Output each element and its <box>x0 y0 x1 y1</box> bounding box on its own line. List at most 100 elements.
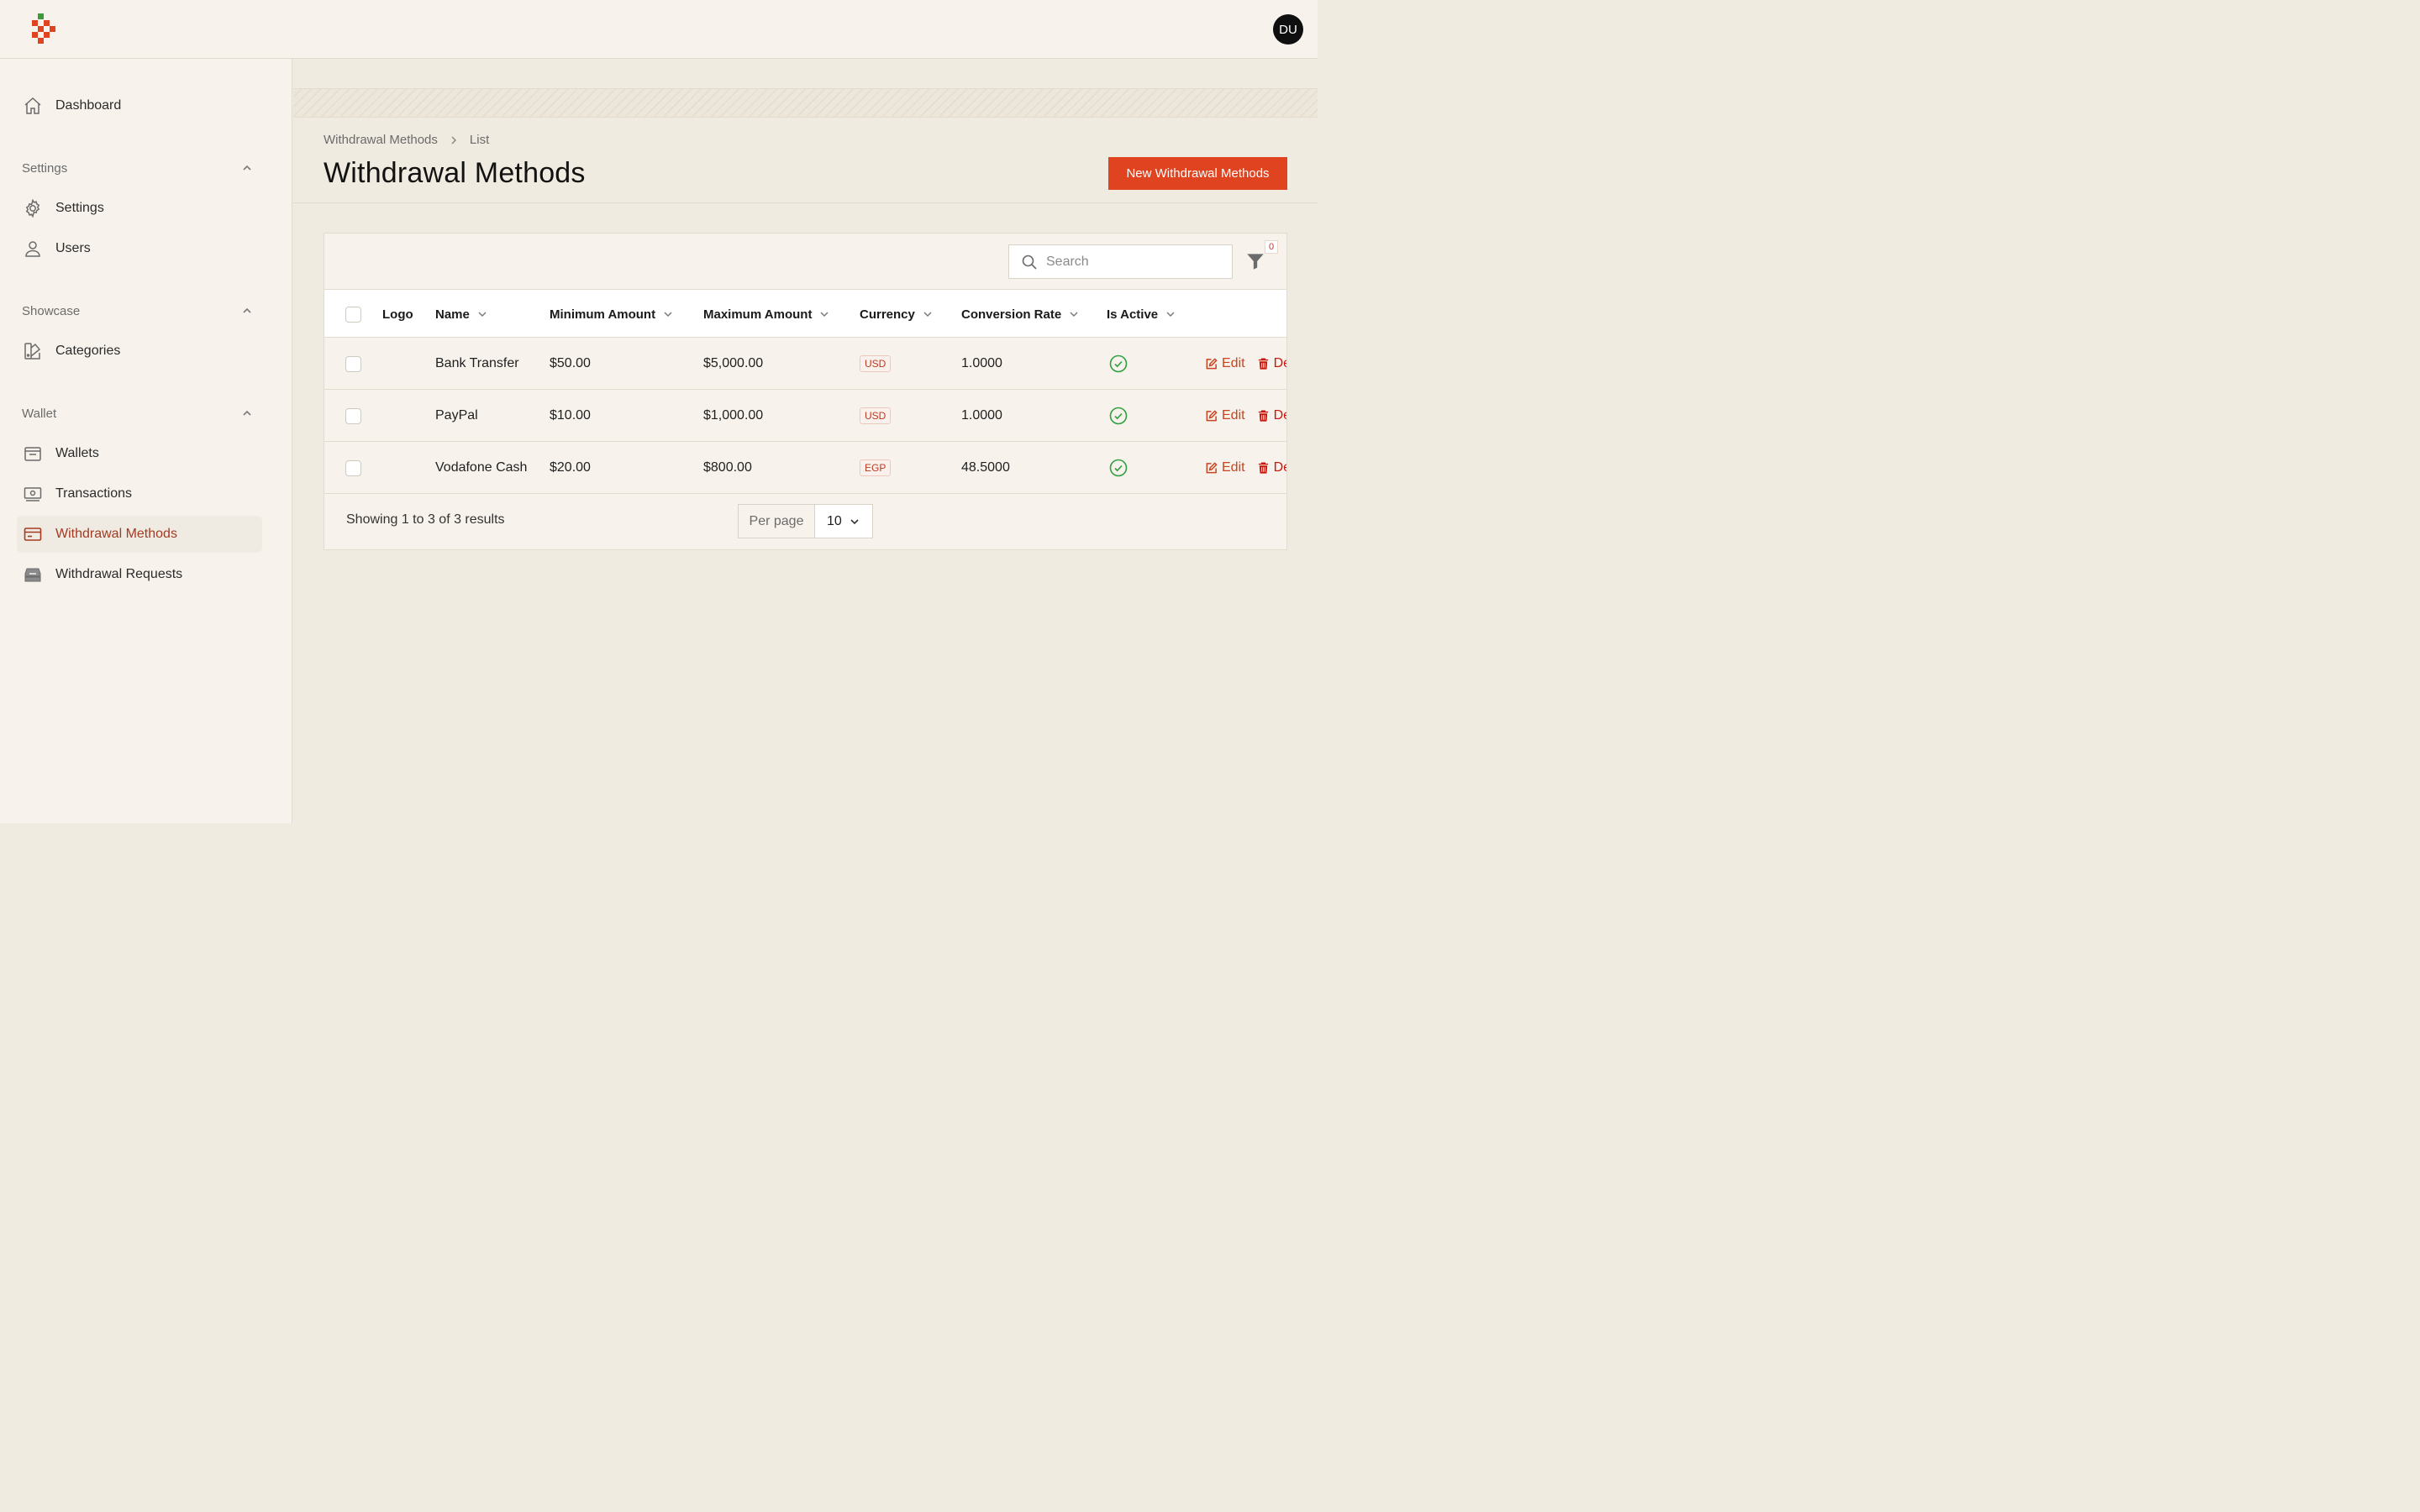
chevron-down-icon <box>478 312 487 318</box>
swatch-icon <box>23 341 43 361</box>
sidebar-item-users[interactable]: Users <box>17 230 262 267</box>
sidebar-item-label: Transactions <box>55 486 132 501</box>
trash-icon <box>1258 358 1268 370</box>
chevron-down-icon <box>850 518 859 524</box>
edit-button[interactable]: Edit <box>1205 460 1245 475</box>
sidebar-item-label: Categories <box>55 344 121 358</box>
filter-icon[interactable] <box>1244 250 1266 272</box>
sidebar-item-settings[interactable]: Settings <box>17 190 262 227</box>
user-avatar[interactable]: DU <box>1273 14 1303 45</box>
trash-icon <box>1258 462 1268 474</box>
main-content: Withdrawal Methods List Withdrawal Metho… <box>293 59 1318 823</box>
currency-badge: USD <box>860 355 892 372</box>
check-circle-icon <box>1109 354 1128 373</box>
brand-logo[interactable] <box>31 13 58 47</box>
wallet-icon <box>23 444 43 464</box>
edit-button[interactable]: Edit <box>1205 408 1245 423</box>
cell-currency: USD <box>860 390 892 442</box>
edit-icon <box>1206 461 1218 473</box>
cell-name: PayPal <box>435 408 478 423</box>
cell-is-active <box>1108 390 1128 442</box>
chevron-down-icon <box>820 312 829 318</box>
cell-conversion-rate: 1.0000 <box>961 356 1002 370</box>
breadcrumb-current: List <box>469 133 490 147</box>
cell-currency: EGP <box>860 442 892 494</box>
row-checkbox[interactable] <box>345 460 361 476</box>
sidebar-item-label: Settings <box>55 201 104 215</box>
sidebar-item-label: Users <box>55 241 91 255</box>
edit-button[interactable]: Edit <box>1205 356 1245 371</box>
column-header-minimum-amount[interactable]: Minimum Amount <box>550 290 674 339</box>
sidebar-item-label: Dashboard <box>55 98 122 113</box>
column-header-is-active[interactable]: Is Active <box>1107 290 1176 339</box>
top-bar: DU <box>0 0 1318 59</box>
table-footer: Showing 1 to 3 of 3 results Per page 10 <box>324 494 1286 549</box>
table-header: Logo Name Minimum Amount Maximum Amount … <box>324 289 1286 339</box>
search-icon <box>1022 255 1037 270</box>
cell-conversion-rate: 1.0000 <box>961 408 1002 423</box>
search-box[interactable] <box>1008 244 1233 279</box>
table-row[interactable]: Bank Transfer $50.00 $5,000.00 USD 1.000… <box>324 338 1286 390</box>
cell-currency: USD <box>860 338 892 390</box>
sidebar-item-transactions[interactable]: Transactions <box>17 475 262 512</box>
per-page-value[interactable]: 10 <box>815 514 872 529</box>
page-title: Withdrawal Methods <box>324 157 586 189</box>
cell-actions: Edit De <box>1205 390 1286 442</box>
sidebar-group-wallet[interactable]: Wallet <box>22 403 262 423</box>
chevron-down-icon <box>1166 312 1175 318</box>
chevron-down-icon <box>923 312 932 318</box>
cell-max-amount: $800.00 <box>703 460 752 475</box>
sidebar-item-withdrawal-methods[interactable]: Withdrawal Methods <box>17 516 262 553</box>
sidebar-item-categories[interactable]: Categories <box>17 333 262 370</box>
column-header-name[interactable]: Name <box>435 290 488 339</box>
cell-actions: Edit De <box>1205 338 1286 390</box>
home-icon <box>23 96 43 116</box>
cell-name: Vodafone Cash <box>435 460 528 475</box>
filter-count-badge: 0 <box>1265 240 1278 254</box>
cell-max-amount: $5,000.00 <box>703 356 764 370</box>
row-checkbox[interactable] <box>345 356 361 372</box>
sidebar-item-dashboard[interactable]: Dashboard <box>17 87 262 124</box>
chevron-down-icon <box>1070 312 1078 318</box>
cell-min-amount: $50.00 <box>550 356 591 370</box>
sidebar-item-label: Withdrawal Methods <box>55 527 177 541</box>
column-header-currency[interactable]: Currency <box>860 290 934 339</box>
delete-button[interactable]: De <box>1257 408 1286 423</box>
sidebar: Dashboard Settings Settings Users Showca… <box>0 59 292 823</box>
chevron-up-icon <box>243 165 251 171</box>
results-summary: Showing 1 to 3 of 3 results <box>346 512 505 527</box>
sidebar-item-label: Withdrawal Requests <box>55 567 183 581</box>
chevron-up-icon <box>243 410 251 416</box>
new-withdrawal-method-button[interactable]: New Withdrawal Methods <box>1108 157 1287 190</box>
group-title: Showcase <box>22 303 81 318</box>
row-checkbox[interactable] <box>345 408 361 424</box>
chevron-up-icon <box>243 307 251 313</box>
gear-icon <box>23 198 43 218</box>
delete-button[interactable]: De <box>1257 460 1286 475</box>
search-input[interactable] <box>1046 254 1214 270</box>
currency-badge: EGP <box>860 459 892 476</box>
breadcrumb-parent[interactable]: Withdrawal Methods <box>324 133 438 147</box>
sidebar-group-settings[interactable]: Settings <box>22 158 262 178</box>
chevron-down-icon <box>664 312 672 318</box>
table-row[interactable]: PayPal $10.00 $1,000.00 USD 1.0000 Edit … <box>324 390 1286 442</box>
sidebar-item-wallets[interactable]: Wallets <box>17 435 262 472</box>
group-title: Wallet <box>22 406 57 421</box>
edit-icon <box>1206 409 1218 421</box>
cell-name: Bank Transfer <box>435 356 519 370</box>
trash-icon <box>1258 410 1268 422</box>
column-header-maximum-amount[interactable]: Maximum Amount <box>703 290 830 339</box>
check-circle-icon <box>1109 407 1128 425</box>
per-page-label: Per page <box>739 505 815 538</box>
cell-min-amount: $10.00 <box>550 408 591 423</box>
per-page-select[interactable]: Per page 10 <box>738 504 873 538</box>
table-row[interactable]: Vodafone Cash $20.00 $800.00 EGP 48.5000… <box>324 442 1286 494</box>
column-header-conversion-rate[interactable]: Conversion Rate <box>961 290 1080 339</box>
sidebar-item-withdrawal-requests[interactable]: Withdrawal Requests <box>17 556 262 593</box>
sidebar-group-showcase[interactable]: Showcase <box>22 301 262 321</box>
striped-banner <box>293 88 1318 118</box>
cell-is-active <box>1108 338 1128 390</box>
select-all-checkbox[interactable] <box>345 307 361 323</box>
check-circle-icon <box>1109 459 1128 477</box>
delete-button[interactable]: De <box>1257 356 1286 371</box>
